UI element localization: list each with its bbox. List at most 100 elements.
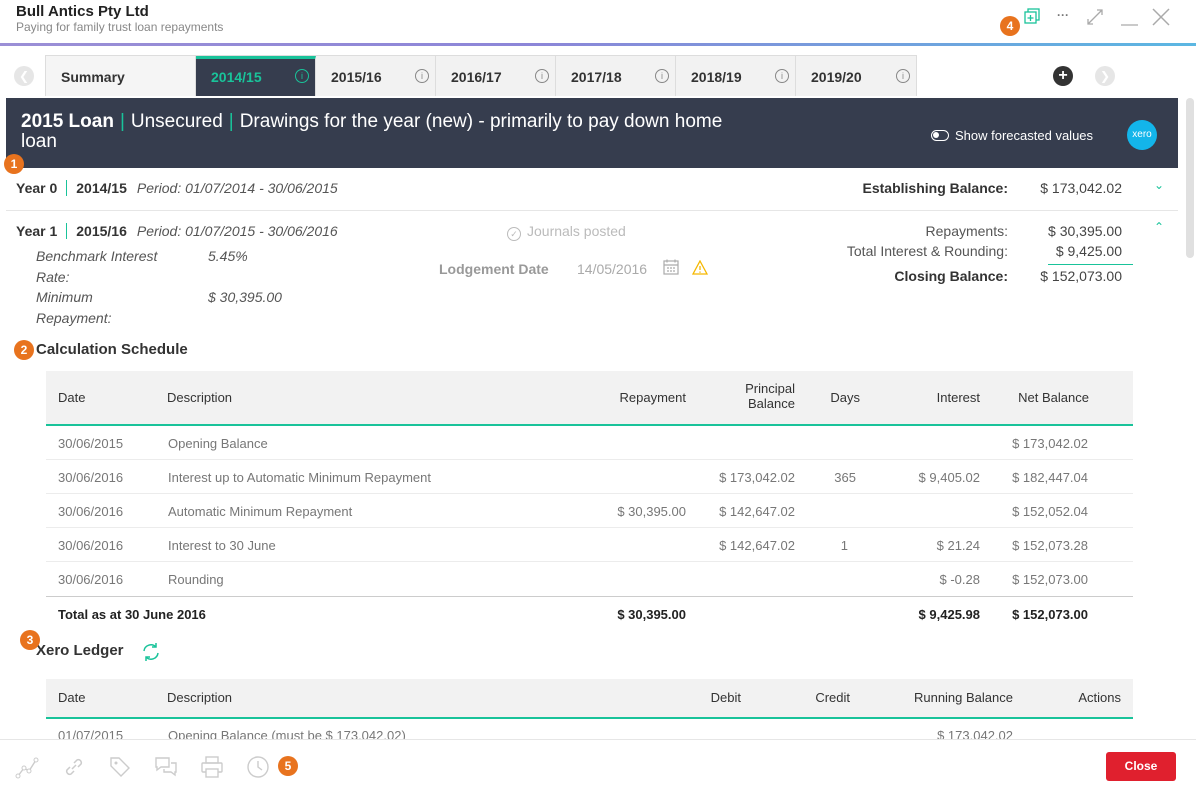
warning-icon[interactable] xyxy=(691,259,709,276)
step-badge-1: 1 xyxy=(4,154,24,174)
tab-summary[interactable]: Summary xyxy=(46,56,196,96)
cell-date: 01/07/2015 xyxy=(58,728,124,739)
history-icon[interactable] xyxy=(245,755,271,781)
close-button[interactable]: Close xyxy=(1106,752,1176,781)
toggle-icon[interactable] xyxy=(931,130,949,141)
tab-2018-19[interactable]: 2018/19 i xyxy=(676,56,796,96)
info-icon[interactable]: i xyxy=(415,69,429,83)
year0-summary: Year 0 2014/15 Period: 01/07/2014 - 30/06/… xyxy=(16,180,338,196)
col-net-balance: Net Balance xyxy=(1018,390,1089,405)
year0-fy: 2014/15 xyxy=(76,180,127,196)
print-icon[interactable] xyxy=(199,755,225,781)
table-total-row: Total as at 30 June 2016 $ 30,395.00 $ 9… xyxy=(46,596,1133,630)
year1-fy: 2015/16 xyxy=(76,223,127,239)
cell-interest: $ -0.28 xyxy=(939,572,980,587)
tab-label: 2016/17 xyxy=(451,69,502,85)
closing-balance-label: Closing Balance: xyxy=(894,268,1008,284)
col-credit: Credit xyxy=(815,690,850,705)
cell-net: $ 173,042.02 xyxy=(1012,436,1088,451)
total-repayment: $ 30,395.00 xyxy=(617,607,686,622)
col-running-balance: Running Balance xyxy=(913,690,1013,705)
modal-header: Bull Antics Pty Ltd Paying for family tr… xyxy=(0,0,1196,46)
sync-icon[interactable] xyxy=(140,642,162,662)
forecast-toggle[interactable]: Show forecasted values xyxy=(931,128,1093,143)
cell-description: Rounding xyxy=(168,572,224,587)
cell-date: 30/06/2016 xyxy=(58,572,124,587)
calendar-icon[interactable] xyxy=(663,259,679,275)
establishing-balance-label: Establishing Balance: xyxy=(862,180,1008,196)
tab-2016-17[interactable]: 2016/17 i xyxy=(436,56,556,96)
cell-days: 365 xyxy=(834,470,856,485)
xero-ledger-table: Date Description Debit Credit Running Ba… xyxy=(46,679,1133,739)
expand-year0-icon[interactable]: ⌄ xyxy=(1154,178,1164,192)
cell-date: 30/06/2015 xyxy=(58,436,124,451)
table-row: 30/06/2016 Rounding $ -0.28 $ 152,073.00 xyxy=(46,562,1133,596)
cell-description: Opening Balance (must be $ 173,042.02) xyxy=(168,728,406,739)
xero-logo[interactable]: xero xyxy=(1127,120,1157,150)
cell-description: Interest to 30 June xyxy=(168,538,276,553)
cell-interest: $ 21.24 xyxy=(936,538,980,553)
scrollbar[interactable] xyxy=(1186,98,1194,258)
add-window-icon[interactable] xyxy=(1023,8,1041,26)
col-days: Days xyxy=(830,390,860,405)
min-repayment-label: Minimum Repayment: xyxy=(36,289,112,326)
tab-2015-16[interactable]: 2015/16 i xyxy=(316,56,436,96)
tab-2014-15[interactable]: 2014/15 i xyxy=(196,56,316,96)
col-principal: Principal Balance xyxy=(745,381,795,411)
add-year-icon[interactable]: + xyxy=(1053,66,1073,86)
tab-label: Summary xyxy=(61,69,125,85)
tab-label: 2017/18 xyxy=(571,69,622,85)
col-actions: Actions xyxy=(1078,690,1121,705)
closing-balance-value: $ 152,073.00 xyxy=(1040,268,1122,284)
loan-banner: 2015 Loan | Unsecured | Drawings for the yea… xyxy=(6,98,1178,168)
collapse-year1-icon[interactable]: ⌃ xyxy=(1154,220,1164,234)
lodgement-date-label: Lodgement Date xyxy=(439,261,549,277)
tab-2017-18[interactable]: 2017/18 i xyxy=(556,56,676,96)
loan-purpose: Drawings for the year (new) - primarily … xyxy=(21,111,723,152)
col-date: Date xyxy=(58,690,86,705)
expand-icon[interactable] xyxy=(1086,8,1104,26)
cell-days: 1 xyxy=(840,538,848,553)
close-window-icon[interactable] xyxy=(1152,8,1170,26)
info-icon[interactable]: i xyxy=(775,69,789,83)
repayments-value: $ 30,395.00 xyxy=(1048,223,1122,239)
divider xyxy=(6,210,1178,211)
step-badge-5: 5 xyxy=(278,756,298,776)
tab-2019-20[interactable]: 2019/20 i xyxy=(796,56,916,96)
tab-label: 2015/16 xyxy=(331,69,382,85)
tabs-next-icon[interactable]: ❯ xyxy=(1095,66,1115,86)
chart-icon[interactable] xyxy=(14,755,40,781)
col-date: Date xyxy=(58,390,86,405)
benchmark-rate-value: 5.45% xyxy=(208,248,248,264)
more-options-icon[interactable]: ··· xyxy=(1054,6,1072,24)
table-row: 30/06/2015 Opening Balance $ 173,042.02 xyxy=(46,426,1133,460)
loan-security: Unsecured xyxy=(130,111,223,132)
interest-underline xyxy=(1048,264,1133,265)
comments-icon[interactable] xyxy=(153,755,179,781)
table-row: 30/06/2016 Interest to 30 June $ 142,647… xyxy=(46,528,1133,562)
info-icon[interactable]: i xyxy=(295,69,309,83)
info-icon[interactable]: i xyxy=(535,69,549,83)
cell-net: $ 152,073.00 xyxy=(1012,572,1088,587)
col-debit: Debit xyxy=(710,690,741,705)
cell-date: 30/06/2016 xyxy=(58,470,124,485)
tabs-prev-icon[interactable]: ❮ xyxy=(14,66,34,86)
col-interest: Interest xyxy=(936,390,980,405)
info-icon[interactable]: i xyxy=(896,69,910,83)
lodgement-date-value: 14/05/2016 xyxy=(577,261,648,277)
year0-label: Year 0 xyxy=(16,180,58,196)
modal-footer: 5 Close xyxy=(0,739,1196,792)
cell-running-balance: $ 173,042.02 xyxy=(937,728,1013,739)
header-accent-line xyxy=(0,43,1196,46)
loan-name: 2015 Loan xyxy=(21,111,114,132)
tag-icon[interactable] xyxy=(107,755,133,781)
cell-principal: $ 142,647.02 xyxy=(719,504,795,519)
step-badge-3: 3 xyxy=(20,630,40,650)
cell-net: $ 152,073.28 xyxy=(1012,538,1088,553)
year0-period: Period: 01/07/2014 - 30/06/2015 xyxy=(136,180,338,196)
link-icon[interactable] xyxy=(61,755,87,781)
info-icon[interactable]: i xyxy=(655,69,669,83)
tab-label: 2014/15 xyxy=(211,69,262,85)
benchmark-rate-label: Benchmark Interest Rate: xyxy=(36,248,158,285)
minimize-icon[interactable] xyxy=(1120,8,1138,26)
